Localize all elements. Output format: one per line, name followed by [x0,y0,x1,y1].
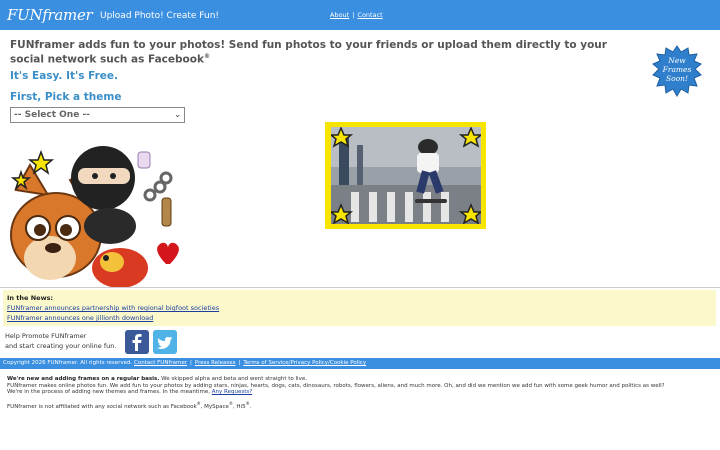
badge-line-3: Soon! [665,74,688,83]
terms-privacy-link[interactable]: Terms of Service/Privacy Policy/Cookie P… [243,360,366,366]
notes-line-1-rest: We skipped alpha and beta and went strai… [159,376,307,382]
top-nav: About | Contact [330,11,383,19]
notes-line-3: We're in the process of adding new theme… [7,389,713,396]
press-releases-link[interactable]: Press Releases [195,360,236,366]
dragon-mascot-icon [92,248,148,287]
footer-separator: | [238,360,241,366]
promote-text: Help Promote FUNframer and start creatin… [5,331,116,351]
chevron-down-icon: ⌄ [174,110,181,119]
theme-select-dropdown[interactable]: -- Select One -- ⌄ [10,107,185,123]
disclaimer-period: . [249,403,252,410]
disclaimer: FUNframer is not affiliated with any soc… [7,401,713,410]
disclaimer-text: FUNframer is not affiliated with any soc… [7,403,197,410]
pick-theme-heading: First, Pick a theme [10,91,122,103]
copyright-text: Copyright 2026 FUNframer. All rights res… [3,360,133,366]
badge-line-1: New [668,56,686,65]
heart-icon [157,242,179,264]
registered-mark: ® [203,53,210,60]
nav-separator: | [352,11,355,19]
news-link-bigfoot[interactable]: FUNframer announces partnership with reg… [7,303,712,313]
twitter-icon[interactable] [153,330,177,354]
about-link[interactable]: About [330,11,349,19]
contact-funframer-link[interactable]: Contact FUNframer [134,360,187,366]
notes-line-2: FUNframer makes online photos fun. We ad… [7,382,665,389]
robot-icon [137,151,151,169]
footer-bar: Copyright 2026 FUNframer. All rights res… [0,358,720,369]
any-requests-link[interactable]: Any Requests? [212,389,252,395]
ninja-mascot-icon [71,146,173,244]
badge-text: New Frames Soon! [651,56,703,83]
badge-line-2: Frames [662,65,692,74]
facebook-icon[interactable] [125,330,149,354]
news-title: In the News: [7,294,54,302]
footer-separator: | [190,360,192,366]
disclaimer-myspace: , MySpace [200,403,229,410]
headline-text: FUNframer adds fun to your photos! Send … [10,39,607,66]
top-header-bar: FUNframer Upload Photo! Create Fun! Abou… [0,0,720,30]
section-divider [0,287,720,288]
mascot-illustration [10,146,179,287]
contact-link[interactable]: Contact [357,11,382,19]
notes-bold: We're new and adding frames on a regular… [7,376,160,382]
disclaimer-hi5: , Hi5 [232,403,246,410]
promote-line-2: and start creating your online fun. [5,342,117,350]
promote-line-1: Help Promote FUNframer [5,332,87,340]
notes-line-1: We're new and adding frames on a regular… [7,376,713,383]
footer-notes: We're new and adding frames on a regular… [7,376,713,410]
site-tagline: Upload Photo! Create Fun! [100,11,220,21]
easy-free-heading: It's Easy. It's Free. [10,70,119,82]
notes-line-3-text: We're in the process of adding new theme… [7,389,212,396]
page-headline: FUNframer adds fun to your photos! Send … [10,39,630,66]
news-box: In the News: FUNframer announces partner… [3,290,716,326]
news-link-download[interactable]: FUNframer announces one jillionth downlo… [7,313,712,323]
site-logo[interactable]: FUNframer [7,6,93,24]
sample-framed-photo [331,127,481,224]
theme-select-value: -- Select One -- [14,110,90,120]
